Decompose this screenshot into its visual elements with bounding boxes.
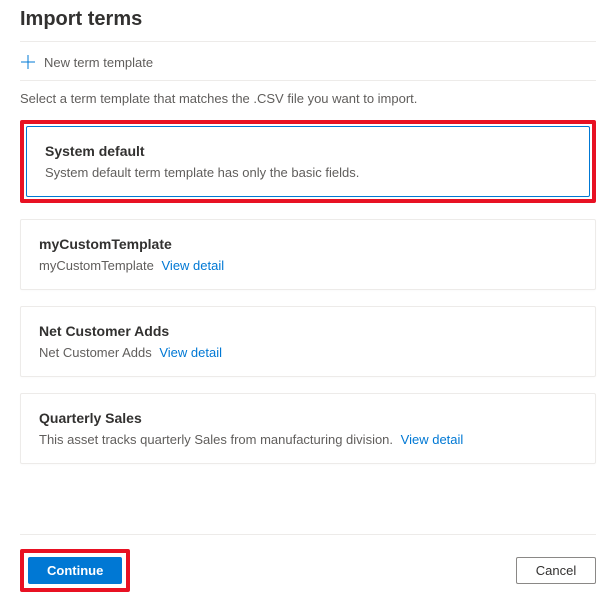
template-desc-text: This asset tracks quarterly Sales from m… [39,432,393,447]
continue-button[interactable]: Continue [28,557,122,584]
view-detail-link[interactable]: View detail [159,345,222,360]
template-card-net-customer-adds[interactable]: Net Customer Adds Net Customer Adds View… [20,306,596,377]
footer-actions: Continue Cancel [20,534,596,592]
template-list: System default System default term templ… [20,120,596,464]
page-title: Import terms [20,8,596,42]
template-title: myCustomTemplate [39,236,577,252]
template-title: Quarterly Sales [39,410,577,426]
template-desc-text: myCustomTemplate [39,258,154,273]
template-desc: System default term template has only th… [45,165,571,180]
new-term-template-button[interactable]: New term template [20,44,596,81]
new-term-template-label: New term template [44,55,153,70]
instruction-text: Select a term template that matches the … [20,91,596,106]
plus-icon [20,54,36,70]
template-card-quarterly-sales[interactable]: Quarterly Sales This asset tracks quarte… [20,393,596,464]
view-detail-link[interactable]: View detail [162,258,225,273]
template-title: System default [45,143,571,159]
template-title: Net Customer Adds [39,323,577,339]
view-detail-link[interactable]: View detail [401,432,464,447]
highlight-selected-template: System default System default term templ… [20,120,596,203]
template-card-system-default[interactable]: System default System default term templ… [26,126,590,197]
template-desc-text: Net Customer Adds [39,345,152,360]
highlight-continue-button: Continue [20,549,130,592]
cancel-button[interactable]: Cancel [516,557,596,584]
template-card-mycustomtemplate[interactable]: myCustomTemplate myCustomTemplate View d… [20,219,596,290]
template-desc: This asset tracks quarterly Sales from m… [39,432,577,447]
template-desc: Net Customer Adds View detail [39,345,577,360]
template-desc: myCustomTemplate View detail [39,258,577,273]
